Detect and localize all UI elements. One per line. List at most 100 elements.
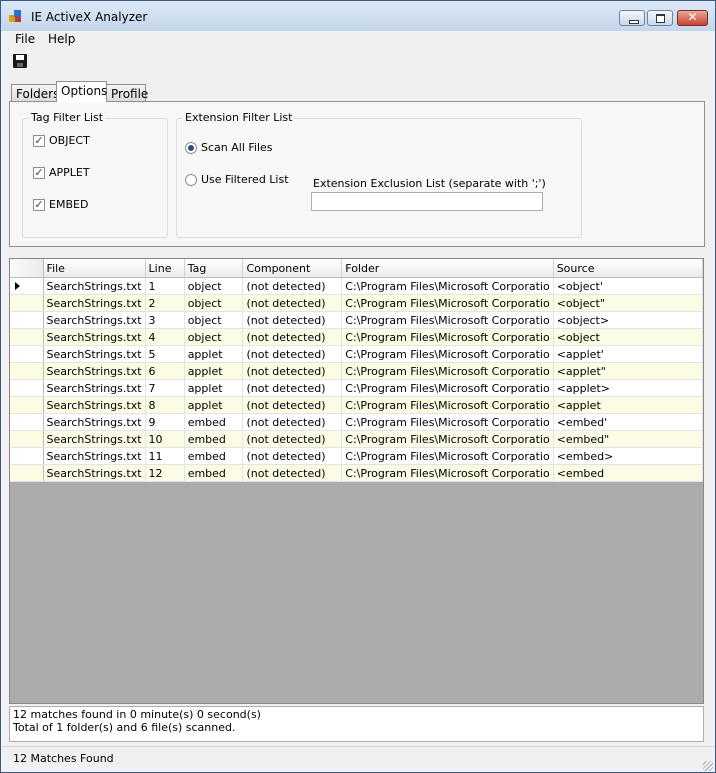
row-header[interactable] <box>10 311 44 329</box>
row-header[interactable] <box>10 294 44 312</box>
cell-component[interactable]: (not detected) <box>242 362 343 380</box>
minimize-button[interactable] <box>619 10 645 26</box>
cell-folder[interactable]: C:\Program Files\Microsoft Corporatio <box>341 294 554 312</box>
cell-component[interactable]: (not detected) <box>242 413 343 431</box>
menu-help[interactable]: Help <box>46 32 77 46</box>
cell-folder[interactable]: C:\Program Files\Microsoft Corporatio <box>341 277 554 295</box>
tab-options[interactable]: Options <box>56 81 107 102</box>
resize-grip-icon[interactable] <box>703 761 713 771</box>
cell-line[interactable]: 5 <box>145 345 185 363</box>
table-row[interactable]: SearchStrings.txt 9 embed (not detected) C:\… <box>10 413 703 431</box>
applet-checkbox[interactable]: ✓ <box>33 167 45 179</box>
table-row[interactable]: SearchStrings.txt 8 applet (not detected) C:… <box>10 396 703 414</box>
table-row[interactable]: SearchStrings.txt 4 object (not detected) C:… <box>10 328 703 346</box>
cell-line[interactable]: 10 <box>145 430 185 448</box>
cell-tag[interactable]: embed <box>184 413 244 431</box>
table-row[interactable]: SearchStrings.txt 1 object (not detected) C:… <box>10 277 703 295</box>
cell-source[interactable]: <applet <box>553 396 703 414</box>
cell-source[interactable]: <embed> <box>553 447 703 465</box>
cell-line[interactable]: 8 <box>145 396 185 414</box>
cell-line[interactable]: 2 <box>145 294 185 312</box>
cell-folder[interactable]: C:\Program Files\Microsoft Corporatio <box>341 413 554 431</box>
cell-file[interactable]: SearchStrings.txt <box>43 345 146 363</box>
column-header-source[interactable]: Source <box>553 259 703 278</box>
cell-line[interactable]: 12 <box>145 464 185 482</box>
cell-source[interactable]: <object" <box>553 294 703 312</box>
cell-source[interactable]: <applet> <box>553 379 703 397</box>
cell-component[interactable]: (not detected) <box>242 464 343 482</box>
menu-file[interactable]: File <box>13 32 37 46</box>
tab-folders[interactable]: Folders <box>11 84 59 101</box>
table-row[interactable]: SearchStrings.txt 5 applet (not detected) C:… <box>10 345 703 363</box>
cell-folder[interactable]: C:\Program Files\Microsoft Corporatio <box>341 396 554 414</box>
cell-source[interactable]: <object <box>553 328 703 346</box>
cell-file[interactable]: SearchStrings.txt <box>43 362 146 380</box>
cell-line[interactable]: 1 <box>145 277 185 295</box>
row-header[interactable] <box>10 447 44 465</box>
cell-source[interactable]: <embed" <box>553 430 703 448</box>
cell-line[interactable]: 6 <box>145 362 185 380</box>
cell-folder[interactable]: C:\Program Files\Microsoft Corporatio <box>341 464 554 482</box>
use-filtered-list-radio[interactable] <box>185 174 197 186</box>
column-header-component[interactable]: Component <box>242 259 343 278</box>
table-row[interactable]: SearchStrings.txt 3 object (not detected) C:… <box>10 311 703 329</box>
cell-file[interactable]: SearchStrings.txt <box>43 294 146 312</box>
cell-tag[interactable]: object <box>184 328 244 346</box>
cell-file[interactable]: SearchStrings.txt <box>43 277 146 295</box>
cell-tag[interactable]: object <box>184 294 244 312</box>
maximize-button[interactable] <box>647 10 673 26</box>
close-button[interactable]: ✕ <box>677 10 708 26</box>
cell-source[interactable]: <object' <box>553 277 703 295</box>
row-header[interactable] <box>10 464 44 482</box>
column-header-tag[interactable]: Tag <box>184 259 244 278</box>
cell-component[interactable]: (not detected) <box>242 328 343 346</box>
cell-component[interactable]: (not detected) <box>242 396 343 414</box>
save-icon[interactable] <box>13 54 27 68</box>
cell-component[interactable]: (not detected) <box>242 277 343 295</box>
row-header[interactable] <box>10 413 44 431</box>
cell-tag[interactable]: embed <box>184 430 244 448</box>
cell-file[interactable]: SearchStrings.txt <box>43 328 146 346</box>
cell-line[interactable]: 7 <box>145 379 185 397</box>
cell-file[interactable]: SearchStrings.txt <box>43 379 146 397</box>
cell-source[interactable]: <embed' <box>553 413 703 431</box>
cell-folder[interactable]: C:\Program Files\Microsoft Corporatio <box>341 362 554 380</box>
cell-file[interactable]: SearchStrings.txt <box>43 311 146 329</box>
exclusion-list-input[interactable] <box>311 192 543 211</box>
cell-folder[interactable]: C:\Program Files\Microsoft Corporatio <box>341 430 554 448</box>
cell-file[interactable]: SearchStrings.txt <box>43 413 146 431</box>
cell-folder[interactable]: C:\Program Files\Microsoft Corporatio <box>341 311 554 329</box>
cell-component[interactable]: (not detected) <box>242 379 343 397</box>
column-header-folder[interactable]: Folder <box>341 259 554 278</box>
cell-component[interactable]: (not detected) <box>242 447 343 465</box>
cell-tag[interactable]: applet <box>184 379 244 397</box>
cell-file[interactable]: SearchStrings.txt <box>43 396 146 414</box>
cell-file[interactable]: SearchStrings.txt <box>43 464 146 482</box>
cell-tag[interactable]: object <box>184 277 244 295</box>
cell-tag[interactable]: applet <box>184 345 244 363</box>
cell-line[interactable]: 11 <box>145 447 185 465</box>
row-header[interactable] <box>10 396 44 414</box>
column-header-line[interactable]: Line <box>145 259 185 278</box>
scan-all-files-radio[interactable] <box>185 142 197 154</box>
cell-folder[interactable]: C:\Program Files\Microsoft Corporatio <box>341 345 554 363</box>
row-header[interactable] <box>10 345 44 363</box>
cell-component[interactable]: (not detected) <box>242 294 343 312</box>
cell-file[interactable]: SearchStrings.txt <box>43 430 146 448</box>
table-row[interactable]: SearchStrings.txt 12 embed (not detected) C:… <box>10 464 703 482</box>
cell-file[interactable]: SearchStrings.txt <box>43 447 146 465</box>
cell-tag[interactable]: embed <box>184 464 244 482</box>
cell-component[interactable]: (not detected) <box>242 430 343 448</box>
table-row[interactable]: SearchStrings.txt 11 embed (not detected) C:… <box>10 447 703 465</box>
row-header[interactable] <box>10 362 44 380</box>
title-bar[interactable]: IE ActiveX Analyzer ✕ <box>1 1 715 32</box>
row-header[interactable] <box>10 430 44 448</box>
table-row[interactable]: SearchStrings.txt 6 applet (not detected) C:… <box>10 362 703 380</box>
table-row[interactable]: SearchStrings.txt 10 embed (not detected) C:… <box>10 430 703 448</box>
cell-tag[interactable]: applet <box>184 396 244 414</box>
table-row[interactable]: SearchStrings.txt 2 object (not detected) C:… <box>10 294 703 312</box>
cell-folder[interactable]: C:\Program Files\Microsoft Corporatio <box>341 328 554 346</box>
row-header[interactable] <box>10 379 44 397</box>
cell-source[interactable]: <object> <box>553 311 703 329</box>
cell-component[interactable]: (not detected) <box>242 311 343 329</box>
